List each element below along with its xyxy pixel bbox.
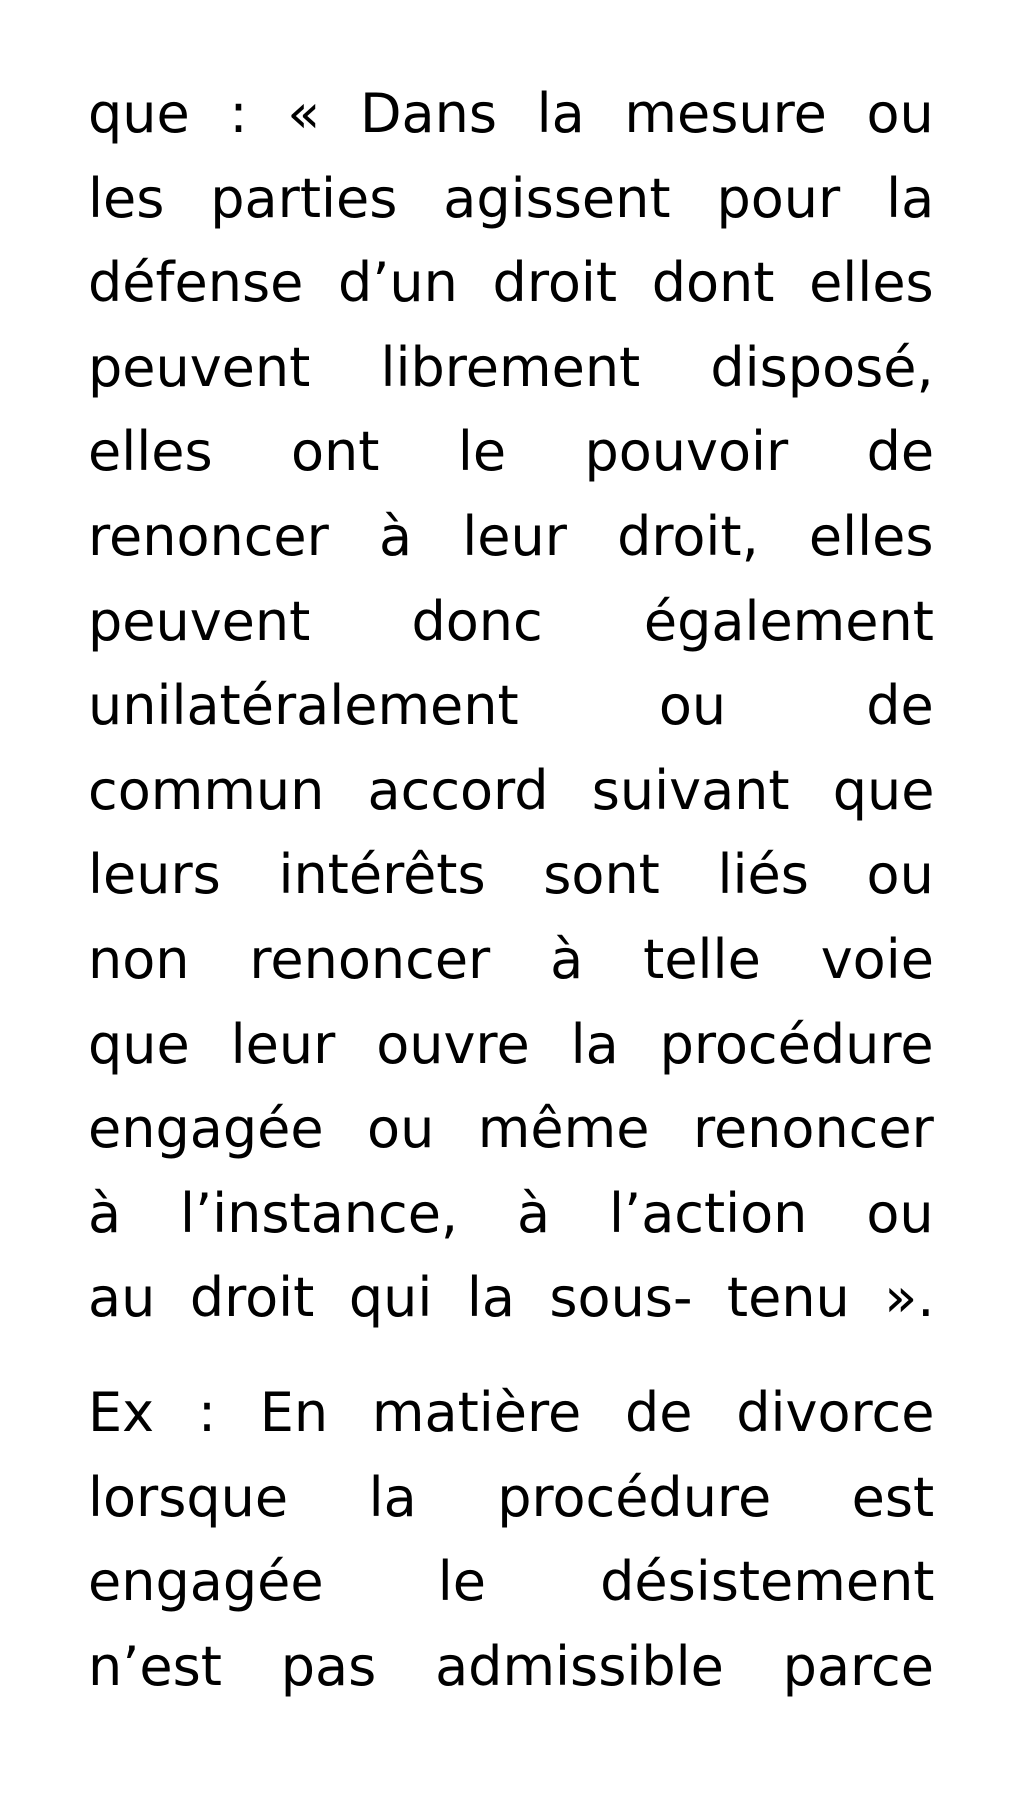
text-line: renoncer à leur droit, elles xyxy=(88,504,934,568)
text-line: lorsque la procédure est xyxy=(88,1465,935,1529)
text-line: elles ont le pouvoir de xyxy=(88,420,935,484)
text-line: n’est pas admissible parce xyxy=(88,1634,934,1698)
text-line: engagée le désistement xyxy=(88,1550,935,1614)
text-line: Ex : En matière de divorce xyxy=(88,1380,935,1444)
text-line: engagée ou même renoncer xyxy=(88,1097,934,1161)
text-line: au droit qui la sous- tenu ». xyxy=(88,1266,935,1330)
text-line: les parties agissent pour la xyxy=(88,166,935,230)
text-line: peuvent donc également xyxy=(88,589,934,653)
text-line: que leur ouvre la procédure xyxy=(88,1012,934,1076)
text-line: unilatéralement ou de xyxy=(88,674,934,738)
text-line: que : « Dans la mesure ou xyxy=(88,82,934,145)
paragraph-quote: que : « Dans la mesure ou les parties ag… xyxy=(88,72,934,1341)
text-line: à l’instance, à l’action ou xyxy=(88,1181,934,1245)
text-line: commun accord suivant que xyxy=(88,758,935,822)
text-line: peuvent librement disposé, xyxy=(88,335,934,399)
text-line: défense d’un droit dont elles xyxy=(88,251,934,315)
text-line: non renoncer à telle voie xyxy=(88,927,934,991)
text-line: leurs intérêts sont liés ou xyxy=(88,843,934,907)
paragraph-example: Ex : En matière de divorce lorsque la pr… xyxy=(88,1371,934,1709)
document-page: que : « Dans la mesure ou les parties ag… xyxy=(88,72,934,1709)
